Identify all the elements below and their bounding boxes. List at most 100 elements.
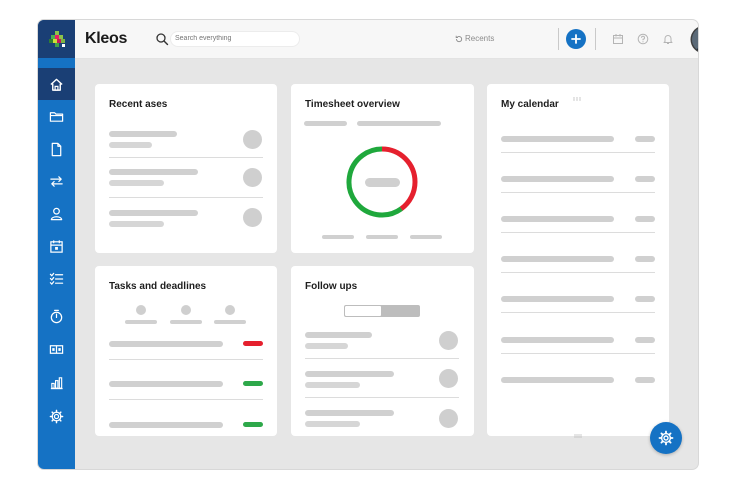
sidebar-item-documents[interactable]: [38, 133, 75, 165]
logo-icon: [48, 31, 65, 47]
placeholder-line: [304, 121, 347, 126]
placeholder-line: [501, 176, 614, 182]
divider: [501, 192, 655, 193]
person-icon: [50, 207, 63, 220]
divider: [109, 197, 263, 198]
placeholder-line: [109, 169, 198, 175]
placeholder-line: [109, 210, 198, 216]
divider: [595, 28, 596, 50]
task-status-pill: [243, 422, 263, 427]
divider: [501, 152, 655, 153]
cards-icon: [49, 344, 64, 354]
placeholder-line: [501, 377, 614, 383]
timesheet-overview-card: Timesheet overview: [291, 84, 474, 253]
divider: [305, 358, 459, 359]
sidebar-item-reports[interactable]: [38, 366, 75, 398]
followups-title: Follow ups: [305, 281, 358, 292]
divider: [501, 312, 655, 313]
placeholder-line: [305, 343, 348, 349]
resize-handle[interactable]: [573, 425, 583, 438]
sidebar-item-settings[interactable]: [38, 400, 75, 432]
checklist-icon: [49, 272, 64, 285]
placeholder-line: [305, 421, 360, 427]
recents-button[interactable]: Recents: [455, 34, 494, 43]
placeholder-label: [170, 320, 202, 324]
settings-icon: [49, 409, 64, 423]
placeholder-line: [501, 136, 614, 142]
dashboard-settings-button[interactable]: [650, 422, 682, 454]
search-input[interactable]: [171, 32, 299, 46]
placeholder-legend: [366, 235, 398, 239]
avatar-image: [692, 27, 698, 52]
placeholder-legend: [322, 235, 354, 239]
divider: [109, 157, 263, 158]
placeholder-line: [109, 221, 164, 227]
sidebar-item-folders[interactable]: [38, 100, 75, 132]
placeholder-line: [501, 216, 614, 222]
timesheet-title: Timesheet overview: [305, 99, 400, 110]
add-button[interactable]: [566, 29, 586, 49]
plus-icon: [571, 34, 581, 44]
placeholder-tag: [635, 176, 655, 182]
placeholder-avatar: [181, 305, 191, 315]
history-icon: [455, 35, 463, 42]
placeholder-tag: [635, 337, 655, 343]
app-logo[interactable]: [38, 20, 75, 58]
placeholder-line: [501, 296, 614, 302]
divider: [501, 272, 655, 273]
drag-handle[interactable]: [573, 88, 583, 101]
app-title: Kleos: [85, 30, 128, 47]
tasks-title: Tasks and deadlines: [109, 281, 207, 292]
home-icon: [50, 78, 63, 91]
gear-icon: [658, 430, 674, 446]
placeholder-line: [305, 332, 372, 338]
placeholder-tag: [635, 216, 655, 222]
bell-icon[interactable]: [662, 33, 674, 45]
task-line: [109, 422, 223, 428]
placeholder-avatar: [243, 130, 262, 149]
my-calendar-card: My calendar: [487, 84, 669, 438]
task-status-pill: [243, 341, 263, 346]
task-line: [109, 381, 223, 387]
user-avatar[interactable]: [692, 27, 698, 52]
placeholder-tag: [635, 136, 655, 142]
divider: [109, 359, 263, 360]
placeholder-label: [214, 320, 246, 324]
divider: [501, 353, 655, 354]
calendar-title: My calendar: [501, 99, 559, 110]
donut-center-value: [365, 178, 400, 187]
sidebar-item-contacts[interactable]: [38, 197, 75, 229]
toggle-option-selected[interactable]: [345, 306, 381, 316]
timer-icon: [50, 309, 63, 323]
recents-label: Recents: [465, 34, 495, 43]
follow-ups-toggle[interactable]: [344, 305, 420, 317]
search-box: [155, 32, 335, 46]
recent-cases-card: Recent ases: [95, 84, 277, 253]
top-bar: Kleos Recents: [75, 20, 698, 59]
placeholder-line: [305, 410, 394, 416]
sidebar-item-tasks[interactable]: [38, 262, 75, 294]
placeholder-avatar: [243, 208, 262, 227]
divider: [109, 399, 263, 400]
sidebar-item-transfers[interactable]: [38, 165, 75, 197]
sidebar-item-timer[interactable]: [38, 300, 75, 332]
placeholder-line: [357, 121, 441, 126]
calendar-icon[interactable]: [612, 33, 624, 45]
placeholder-avatar: [439, 369, 458, 388]
help-icon[interactable]: [637, 33, 649, 45]
placeholder-line: [109, 131, 177, 137]
sidebar-item-home[interactable]: [38, 68, 75, 100]
placeholder-line: [501, 337, 614, 343]
drag-dots-icon: [573, 97, 581, 101]
placeholder-line: [109, 142, 152, 148]
follow-ups-card: Follow ups: [291, 266, 474, 436]
document-icon: [51, 142, 62, 156]
sidebar-item-calendar[interactable]: [38, 230, 75, 262]
sidebar-item-cards[interactable]: [38, 333, 75, 365]
placeholder-avatar: [439, 331, 458, 350]
search-icon[interactable]: [155, 32, 169, 46]
folder-icon: [49, 111, 64, 122]
task-line: [109, 341, 223, 347]
placeholder-line: [305, 371, 394, 377]
placeholder-avatar: [439, 409, 458, 428]
